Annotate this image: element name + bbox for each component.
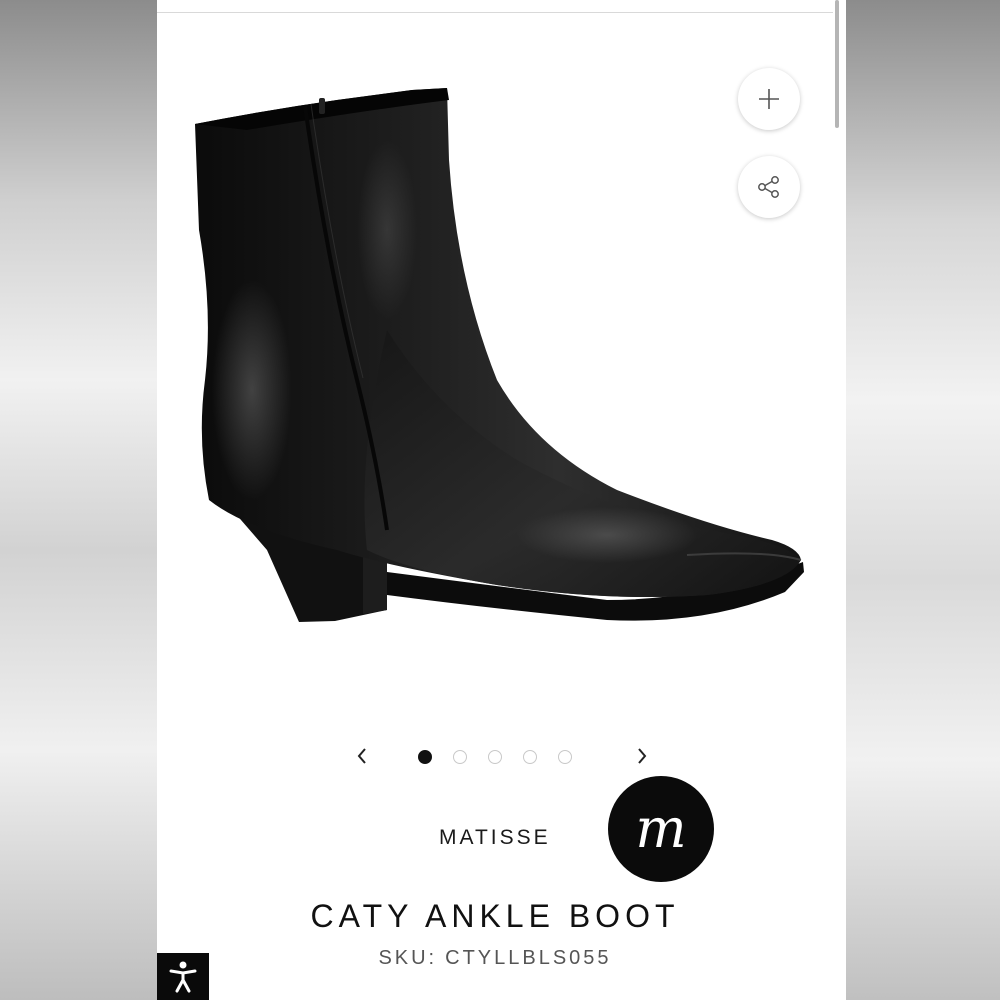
carousel-dot-3[interactable] bbox=[488, 750, 502, 764]
accessibility-icon bbox=[169, 961, 197, 992]
brand-logo-letter: m bbox=[635, 797, 687, 860]
sku-value: CTYLLBLS055 bbox=[445, 947, 612, 969]
carousel-prev-button[interactable] bbox=[350, 744, 374, 768]
add-button[interactable] bbox=[738, 68, 800, 130]
chevron-left-icon bbox=[357, 748, 366, 764]
share-button[interactable] bbox=[738, 156, 800, 218]
scrollbar[interactable] bbox=[834, 0, 842, 1000]
top-divider bbox=[157, 12, 833, 13]
blurred-backdrop-right bbox=[846, 0, 1000, 1000]
product-image bbox=[195, 88, 804, 622]
carousel-dots bbox=[418, 750, 572, 764]
brand-logo[interactable]: m bbox=[608, 776, 714, 882]
share-icon bbox=[758, 176, 779, 198]
product-title: CATY ANKLE BOOT bbox=[310, 898, 680, 934]
scrollbar-thumb[interactable] bbox=[835, 0, 839, 128]
carousel-dot-1[interactable] bbox=[418, 750, 432, 764]
chevron-right-icon bbox=[638, 748, 647, 764]
accessibility-button[interactable] bbox=[157, 953, 209, 1000]
brand-name[interactable]: MATISSE bbox=[439, 826, 551, 850]
product-sku: SKU: CTYLLBLS055 bbox=[157, 947, 833, 970]
carousel-next-button[interactable] bbox=[630, 744, 654, 768]
ankle-boot-image bbox=[195, 88, 804, 622]
product-page: MATISSE m CATY ANKLE BOOT SKU: CTYLLBLS05… bbox=[157, 0, 846, 1000]
carousel-dot-4[interactable] bbox=[523, 750, 537, 764]
carousel-dot-2[interactable] bbox=[453, 750, 467, 764]
plus-icon bbox=[759, 89, 779, 109]
carousel-dot-5[interactable] bbox=[558, 750, 572, 764]
sku-label: SKU: bbox=[378, 947, 438, 969]
blurred-backdrop-left bbox=[0, 0, 157, 1000]
